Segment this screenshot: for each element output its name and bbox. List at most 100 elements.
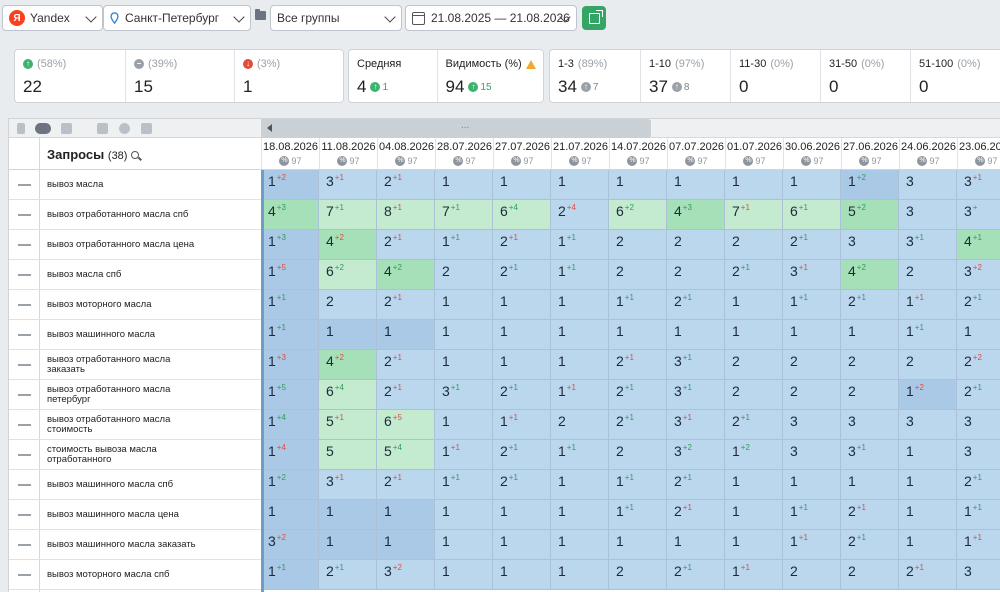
query-row[interactable]: вывоз масла xyxy=(9,170,261,200)
scroll-left-icon[interactable] xyxy=(267,124,272,132)
position-cell[interactable]: 2+1 xyxy=(377,470,435,500)
position-cell[interactable]: 1+1 xyxy=(783,500,841,530)
position-cell[interactable]: 2+1 xyxy=(899,560,957,590)
position-cell[interactable]: 2+1 xyxy=(667,500,725,530)
position-cell[interactable]: 1 xyxy=(435,500,493,530)
position-cell[interactable]: 2+1 xyxy=(493,230,551,260)
position-cell[interactable]: 1+1 xyxy=(493,410,551,440)
position-cell[interactable]: 1+2 xyxy=(725,440,783,470)
position-cell[interactable]: 1+1 xyxy=(957,500,1000,530)
position-cell[interactable]: 1+1 xyxy=(609,500,667,530)
position-cell[interactable]: 3+1 xyxy=(899,230,957,260)
position-cell[interactable]: 1+1 xyxy=(609,290,667,320)
position-cell[interactable]: 2+1 xyxy=(493,260,551,290)
position-cell[interactable]: 1 xyxy=(841,470,899,500)
date-column-header[interactable]: 07.07.2026% 97 xyxy=(667,138,725,169)
position-cell[interactable]: 1 xyxy=(551,530,609,560)
row-handle-icon[interactable] xyxy=(18,544,31,546)
position-cell[interactable]: 1+1 xyxy=(899,320,957,350)
position-cell[interactable]: 1 xyxy=(319,530,377,560)
position-cell[interactable]: 1 xyxy=(783,470,841,500)
position-cell[interactable]: 3+ xyxy=(957,200,1000,230)
position-cell[interactable]: 1+1 xyxy=(435,470,493,500)
position-cell[interactable]: 6+2 xyxy=(609,200,667,230)
position-cell[interactable]: 1 xyxy=(435,560,493,590)
position-cell[interactable]: 1 xyxy=(899,470,957,500)
row-handle-icon[interactable] xyxy=(18,424,31,426)
position-cell[interactable]: 5+4 xyxy=(377,440,435,470)
position-cell[interactable]: 4+2 xyxy=(319,230,377,260)
position-cell[interactable]: 2+1 xyxy=(493,380,551,410)
position-cell[interactable]: 1 xyxy=(783,320,841,350)
position-cell[interactable]: 1 xyxy=(319,320,377,350)
row-handle-icon[interactable] xyxy=(18,574,31,576)
position-cell[interactable]: 1 xyxy=(493,500,551,530)
position-cell[interactable]: 1 xyxy=(551,290,609,320)
position-cell[interactable]: 2 xyxy=(319,290,377,320)
grid-icon[interactable] xyxy=(97,123,108,134)
position-cell[interactable]: 3+1 xyxy=(667,410,725,440)
position-cell[interactable]: 2+1 xyxy=(841,530,899,560)
query-row[interactable]: вывоз машинного масла спб xyxy=(9,470,261,500)
stat-down[interactable]: ↓ (3%) 1 xyxy=(234,50,343,102)
position-cell[interactable]: 3 xyxy=(783,410,841,440)
position-cell[interactable]: 3+2 xyxy=(957,260,1000,290)
position-cell[interactable]: 1 xyxy=(435,350,493,380)
position-cell[interactable]: 1 xyxy=(435,170,493,200)
horizontal-scrollbar[interactable]: ... xyxy=(261,119,1000,138)
position-cell[interactable]: 2+1 xyxy=(957,470,1000,500)
position-cell[interactable]: 1 xyxy=(667,320,725,350)
row-handle-icon[interactable] xyxy=(18,274,31,276)
position-cell[interactable]: 2 xyxy=(841,350,899,380)
position-cell[interactable]: 1 xyxy=(435,410,493,440)
position-cell[interactable]: 1 xyxy=(725,500,783,530)
position-cell[interactable]: 2+1 xyxy=(493,440,551,470)
position-cell[interactable]: 1 xyxy=(551,470,609,500)
query-row[interactable]: вывоз моторного масла спб xyxy=(9,560,261,590)
position-cell[interactable]: 5+1 xyxy=(319,410,377,440)
position-cell[interactable]: 2+1 xyxy=(667,290,725,320)
position-cell[interactable]: 2 xyxy=(783,350,841,380)
stat-average[interactable]: Средняя 4 ↑ 1 xyxy=(349,50,437,102)
position-cell[interactable]: 1+1 xyxy=(725,560,783,590)
position-cell[interactable]: 1+1 xyxy=(261,290,319,320)
query-row[interactable]: вывоз машинного масла цена xyxy=(9,500,261,530)
position-cell[interactable]: 1+1 xyxy=(609,470,667,500)
position-cell[interactable]: 1 xyxy=(493,530,551,560)
row-handle-icon[interactable] xyxy=(18,214,31,216)
position-cell[interactable]: 7+1 xyxy=(725,200,783,230)
date-column-header[interactable]: 23.06.2026%97 xyxy=(957,138,1000,169)
date-column-header[interactable]: 18.08.2026% 97 xyxy=(261,138,319,169)
position-cell[interactable]: 1+1 xyxy=(783,530,841,560)
position-cell[interactable]: 1 xyxy=(899,440,957,470)
position-cell[interactable]: 2+1 xyxy=(609,410,667,440)
position-cell[interactable]: 1 xyxy=(493,290,551,320)
position-cell[interactable]: 7+1 xyxy=(319,200,377,230)
position-cell[interactable]: 2 xyxy=(725,230,783,260)
date-column-header[interactable]: 27.07.2026% 97 xyxy=(493,138,551,169)
position-cell[interactable]: 2+1 xyxy=(783,230,841,260)
position-cell[interactable]: 2 xyxy=(841,380,899,410)
position-cell[interactable]: 5 xyxy=(319,440,377,470)
position-cell[interactable]: 1+4 xyxy=(261,440,319,470)
position-cell[interactable]: 2 xyxy=(667,260,725,290)
image-icon[interactable] xyxy=(141,123,152,134)
position-cell[interactable]: 6+2 xyxy=(319,260,377,290)
position-cell[interactable]: 1 xyxy=(493,170,551,200)
date-column-header[interactable]: 28.07.2026% 97 xyxy=(435,138,493,169)
position-cell[interactable]: 2 xyxy=(435,260,493,290)
position-cell[interactable]: 1+1 xyxy=(783,290,841,320)
position-cell[interactable]: 2 xyxy=(783,380,841,410)
position-cell[interactable]: 3 xyxy=(957,560,1000,590)
position-cell[interactable]: 1 xyxy=(841,320,899,350)
position-cell[interactable]: 4+3 xyxy=(261,200,319,230)
position-cell[interactable]: 2 xyxy=(725,350,783,380)
position-cell[interactable]: 1+5 xyxy=(261,260,319,290)
position-cell[interactable]: 1+5 xyxy=(261,380,319,410)
position-cell[interactable]: 6+4 xyxy=(319,380,377,410)
position-cell[interactable]: 2+1 xyxy=(609,380,667,410)
row-handle-icon[interactable] xyxy=(18,364,31,366)
position-cell[interactable]: 2+1 xyxy=(377,230,435,260)
position-cell[interactable]: 1 xyxy=(783,170,841,200)
position-cell[interactable]: 3 xyxy=(783,440,841,470)
